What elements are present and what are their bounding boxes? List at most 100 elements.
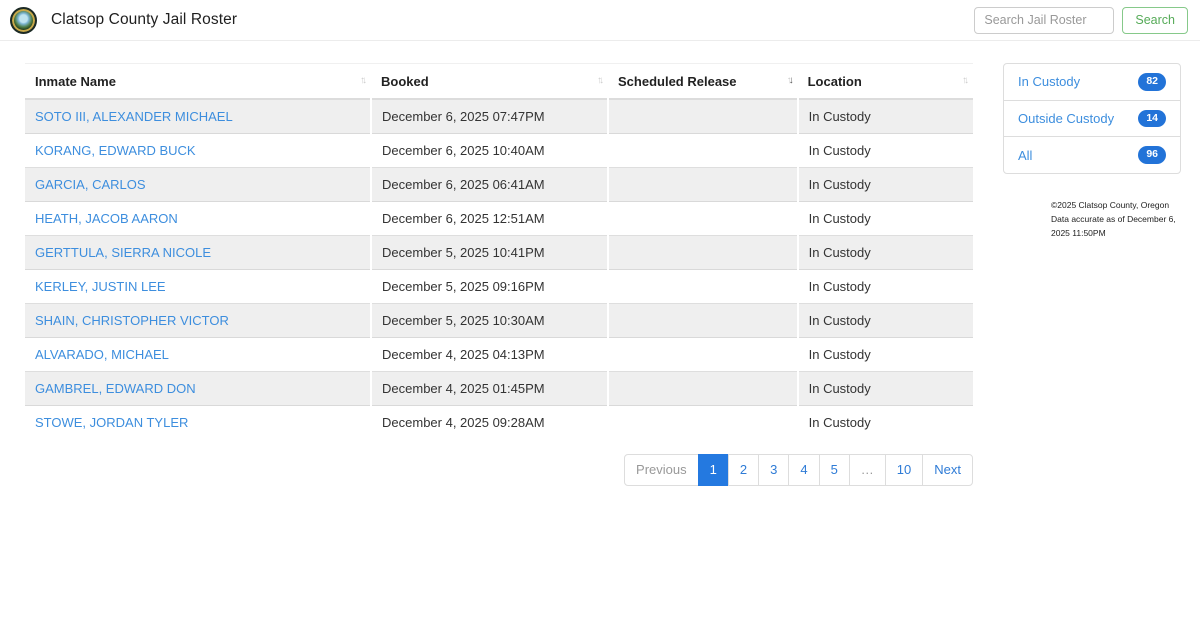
column-header[interactable]: Booked ↑↓	[371, 64, 608, 100]
page-title: Clatsop County Jail Roster	[51, 11, 238, 28]
pagination: Previous 1 2 3 4 5… 10 Next	[25, 454, 973, 487]
table-row: ALVARADO, MICHAEL December 4, 2025 04:13…	[25, 337, 973, 372]
inmate-name-link[interactable]: GAMBREL, EDWARD DON	[35, 381, 196, 396]
pagination-page-2[interactable]: 2	[727, 454, 760, 487]
location-cell: In Custody	[796, 405, 973, 439]
booked-cell: December 6, 2025 12:51AM	[370, 201, 609, 236]
pagination-page-5[interactable]: 5	[818, 454, 850, 487]
location-cell: In Custody	[796, 235, 973, 270]
scheduled-release-cell	[607, 235, 798, 270]
scheduled-release-cell	[607, 371, 798, 406]
inmate-name-cell: ALVARADO, MICHAEL	[25, 338, 371, 372]
inmate-name-cell: HEATH, JACOB AARON	[25, 202, 371, 236]
location-cell: In Custody	[796, 133, 973, 168]
inmate-name-cell: SHAIN, CHRISTOPHER VICTOR	[25, 303, 372, 338]
pagination-page-4[interactable]: 4	[788, 454, 820, 487]
scheduled-release-cell	[607, 269, 798, 304]
table-row: SHAIN, CHRISTOPHER VICTOR December 5, 20…	[25, 303, 973, 338]
table-row: SOTO III, ALEXANDER MICHAEL December 6, …	[25, 99, 973, 134]
table-row: GARCIA, CARLOS December 6, 2025 06:41AM …	[25, 167, 973, 202]
scheduled-release-cell	[607, 405, 798, 439]
sort-icons: ↑↓	[962, 75, 969, 86]
inmate-name-cell: GAMBREL, EDWARD DON	[25, 371, 372, 406]
inmate-name-cell: KERLEY, JUSTIN LEE	[25, 270, 371, 304]
roster-table: Inmate Name ↑↓ Booked ↑↓ Scheduled Relea…	[25, 63, 973, 439]
sidebar-item-all[interactable]: All 96	[1004, 136, 1180, 173]
pagination-page-3[interactable]: 3	[758, 454, 790, 487]
scheduled-release-cell	[607, 133, 798, 168]
scheduled-release-cell	[607, 337, 798, 372]
sidebar-item-outside-custody[interactable]: Outside Custody 14	[1004, 99, 1180, 137]
pagination-page-1[interactable]: 1	[697, 454, 729, 487]
count-badge: 14	[1138, 109, 1166, 128]
location-cell: In Custody	[796, 303, 973, 338]
sort-icons: ↑↓	[360, 75, 367, 86]
location-cell: In Custody	[796, 167, 973, 202]
inmate-name-link[interactable]: HEATH, JACOB AARON	[35, 211, 178, 226]
booked-cell: December 4, 2025 09:28AM	[370, 405, 609, 439]
booked-cell: December 6, 2025 07:47PM	[370, 99, 609, 134]
sort-icons: ↑↓	[597, 75, 604, 86]
sidebar-item-in-custody[interactable]: In Custody 82	[1004, 64, 1180, 100]
location-cell: In Custody	[796, 201, 973, 236]
column-header[interactable]: Location ↑↓	[798, 64, 973, 100]
table-row: KERLEY, JUSTIN LEE December 5, 2025 09:1…	[25, 269, 973, 304]
inmate-name-link[interactable]: GERTTULA, SIERRA NICOLE	[35, 245, 211, 260]
pagination-next[interactable]: Next	[922, 454, 973, 487]
inmate-name-cell: STOWE, JORDAN TYLER	[25, 406, 371, 440]
search-button[interactable]: Search	[1122, 6, 1188, 34]
search-input[interactable]	[974, 6, 1115, 34]
column-header[interactable]: Scheduled Release ↑↓	[608, 64, 798, 100]
pagination-ellipsis: …	[848, 454, 886, 487]
inmate-name-cell: GARCIA, CARLOS	[25, 167, 372, 202]
search-area: Search	[974, 6, 1188, 34]
table-header-row: Inmate Name ↑↓ Booked ↑↓ Scheduled Relea…	[25, 63, 973, 100]
table-row: KORANG, EDWARD BUCK December 6, 2025 10:…	[25, 133, 973, 168]
count-badge: 82	[1138, 73, 1166, 91]
sidebar-item-label: All	[1018, 147, 1033, 163]
sidebar-item-label: In Custody	[1018, 74, 1081, 90]
column-header[interactable]: Inmate Name ↑↓	[25, 64, 371, 100]
scheduled-release-cell	[607, 99, 798, 134]
inmate-name-link[interactable]: KERLEY, JUSTIN LEE	[35, 279, 166, 294]
custody-filter-list: In Custody 82 Outside Custody 14 All 96	[1003, 63, 1181, 174]
pagination-previous: Previous	[624, 454, 699, 487]
inmate-name-cell: GERTTULA, SIERRA NICOLE	[25, 235, 372, 270]
sidebar-item-label: Outside Custody	[1018, 110, 1115, 126]
location-cell: In Custody	[796, 337, 973, 372]
location-cell: In Custody	[796, 371, 973, 406]
column-header-label: Location	[807, 74, 862, 89]
booked-cell: December 4, 2025 01:45PM	[370, 371, 609, 406]
booked-cell: December 5, 2025 10:41PM	[370, 235, 609, 270]
roster-main: Inmate Name ↑↓ Booked ↑↓ Scheduled Relea…	[25, 63, 973, 487]
inmate-name-cell: SOTO III, ALEXANDER MICHAEL	[25, 99, 372, 134]
count-badge: 96	[1138, 146, 1166, 164]
location-cell: In Custody	[796, 269, 973, 304]
column-header-label: Scheduled Release	[618, 74, 737, 89]
table-row: GERTTULA, SIERRA NICOLE December 5, 2025…	[25, 235, 973, 270]
inmate-name-link[interactable]: KORANG, EDWARD BUCK	[35, 143, 196, 158]
booked-cell: December 5, 2025 10:30AM	[370, 303, 609, 338]
scheduled-release-cell	[607, 167, 798, 202]
content-area: Inmate Name ↑↓ Booked ↑↓ Scheduled Relea…	[0, 41, 1200, 487]
inmate-name-link[interactable]: GARCIA, CARLOS	[35, 177, 146, 192]
footer-note: ©2025 Clatsop County, Oregon Data accura…	[1051, 198, 1181, 240]
copyright-text: ©2025 Clatsop County, Oregon	[1051, 199, 1170, 210]
booked-cell: December 6, 2025 06:41AM	[370, 167, 609, 202]
inmate-name-link[interactable]: STOWE, JORDAN TYLER	[35, 415, 188, 430]
inmate-name-link[interactable]: ALVARADO, MICHAEL	[35, 347, 169, 362]
scheduled-release-cell	[607, 303, 798, 338]
column-header-label: Inmate Name	[35, 74, 116, 89]
pagination-page-10[interactable]: 10	[884, 454, 924, 487]
booked-cell: December 5, 2025 09:16PM	[370, 269, 609, 304]
scheduled-release-cell	[607, 201, 798, 236]
table-row: GAMBREL, EDWARD DON December 4, 2025 01:…	[25, 371, 973, 406]
inmate-name-link[interactable]: SOTO III, ALEXANDER MICHAEL	[35, 109, 233, 124]
app-header: Clatsop County Jail Roster Search	[0, 0, 1200, 41]
inmate-name-link[interactable]: SHAIN, CHRISTOPHER VICTOR	[35, 313, 229, 328]
county-seal-logo	[10, 6, 37, 34]
location-cell: In Custody	[796, 99, 973, 134]
inmate-name-cell: KORANG, EDWARD BUCK	[25, 134, 371, 168]
booked-cell: December 4, 2025 04:13PM	[370, 337, 609, 372]
column-header-label: Booked	[381, 74, 429, 89]
